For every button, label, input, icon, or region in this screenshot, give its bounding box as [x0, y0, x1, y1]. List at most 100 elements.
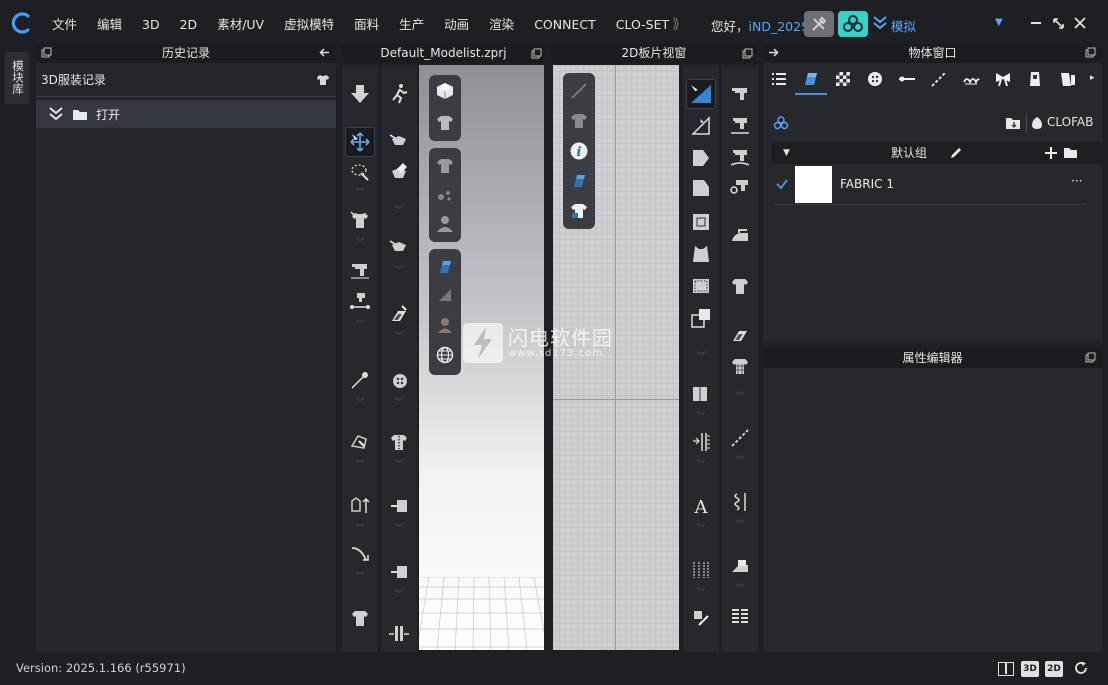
clofab-label[interactable]: CLOFAB: [1047, 115, 1093, 129]
select-move-tool[interactable]: [345, 127, 375, 157]
shirt-arrange-tool[interactable]: [725, 271, 755, 301]
tools-button[interactable]: [804, 11, 834, 37]
menu-animation[interactable]: 动画: [434, 14, 479, 36]
simulation-mode-icon[interactable]: [872, 15, 888, 31]
polygon-tool[interactable]: [686, 173, 716, 203]
tab-more[interactable]: [1053, 65, 1081, 93]
pin-tool[interactable]: [345, 365, 375, 395]
pattern-rotate-tool[interactable]: [686, 603, 716, 633]
fit-to-avatar-tool[interactable]: [345, 205, 375, 235]
view-2d-button[interactable]: 2D: [1045, 661, 1063, 677]
double-chevron-down-icon[interactable]: [48, 107, 64, 121]
menu-connect[interactable]: CONNECT: [524, 14, 606, 36]
clo-set-button[interactable]: [838, 11, 868, 37]
close-icon[interactable]: [1071, 14, 1089, 32]
refresh-icon[interactable]: [1074, 661, 1088, 675]
free-sewing-tool[interactable]: [725, 111, 755, 141]
texture-display-icon[interactable]: [435, 285, 455, 305]
fabric-display-icon[interactable]: [435, 257, 455, 277]
view2d-undock-icon[interactable]: [742, 48, 753, 59]
group-collapse-icon[interactable]: ▼: [783, 142, 790, 164]
object-window-undock-icon[interactable]: [1085, 47, 1096, 58]
edit-point-tool[interactable]: [686, 111, 716, 141]
mode-dropdown-icon[interactable]: ▼: [995, 17, 1003, 28]
clo-set-small-icon[interactable]: [773, 115, 789, 131]
tab-topstitch[interactable]: [925, 65, 953, 93]
curve-tool[interactable]: [345, 539, 375, 569]
expand-right-icon[interactable]: [768, 47, 779, 58]
avatar-texture-icon[interactable]: [435, 315, 455, 335]
tab-button[interactable]: [861, 65, 889, 93]
tab-graphic[interactable]: [1021, 65, 1049, 93]
internal-rect-tool[interactable]: [686, 207, 716, 237]
tab-trim[interactable]: [989, 65, 1017, 93]
property-editor-undock-icon[interactable]: [1085, 352, 1096, 363]
garment-display-icon[interactable]: [435, 113, 455, 133]
cube-view-icon[interactable]: [435, 81, 455, 101]
library-side-tab[interactable]: 模块库: [5, 52, 29, 104]
m-n-sewing-tool[interactable]: [725, 143, 755, 173]
layer-tool[interactable]: [725, 601, 755, 631]
shirt-2d-icon[interactable]: [569, 111, 589, 131]
tabs-scroll-right-icon[interactable]: ▸: [1090, 73, 1095, 83]
iron-tool[interactable]: [725, 221, 755, 251]
segment-sewing-tool[interactable]: [725, 79, 755, 109]
grade-tool[interactable]: [345, 491, 375, 521]
fabric-2d-icon[interactable]: [569, 171, 589, 191]
line-tool[interactable]: [725, 423, 755, 453]
avatar-pose-tool[interactable]: [384, 79, 414, 109]
texture-tool[interactable]: [384, 299, 414, 329]
tab-zipper[interactable]: [957, 65, 985, 93]
pattern-select-tool[interactable]: [686, 79, 716, 109]
pleat-tool[interactable]: [725, 551, 755, 581]
fabric-list-item[interactable]: FABRIC 1 ···: [775, 165, 1086, 205]
tab-fabric[interactable]: [795, 65, 827, 95]
add-icon[interactable]: [1044, 146, 1058, 160]
seam-measure-tool[interactable]: [345, 287, 375, 317]
fold-arrange-tool[interactable]: [686, 379, 716, 409]
group-folder-icon[interactable]: [1063, 146, 1078, 159]
check-sewing-tool[interactable]: [725, 173, 755, 203]
history-row[interactable]: 打开: [36, 100, 336, 128]
shrink-tool[interactable]: [384, 619, 414, 649]
texture-2d-tool[interactable]: [725, 319, 755, 349]
tab-buttonhole[interactable]: [893, 65, 921, 93]
split-view-icon[interactable]: [998, 662, 1014, 676]
username-link[interactable]: iND_2025: [749, 19, 810, 34]
fold-tool[interactable]: [384, 233, 414, 263]
menu-more-icon[interactable]: ⟫: [672, 16, 680, 32]
menu-material-uv[interactable]: 素材/UV: [207, 14, 274, 36]
minimize-icon[interactable]: [1027, 14, 1045, 32]
tab-texture[interactable]: [829, 65, 857, 93]
view3d-undock-icon[interactable]: [531, 48, 542, 59]
clo-logo-icon[interactable]: [8, 10, 34, 36]
tack-tool[interactable]: [384, 127, 414, 157]
menu-file[interactable]: 文件: [42, 14, 87, 36]
globe-icon[interactable]: [435, 345, 455, 365]
tape-edit-tool[interactable]: [384, 557, 414, 587]
collapse-left-icon[interactable]: [319, 47, 330, 58]
sewing-machine-tool[interactable]: [345, 255, 375, 285]
checkmark-icon[interactable]: [775, 177, 789, 191]
menu-avatar[interactable]: 虚拟模特: [274, 14, 344, 36]
seam-allowance-tool[interactable]: [686, 427, 716, 457]
dots-display-icon[interactable]: [435, 185, 455, 205]
import-folder-icon[interactable]: [1005, 115, 1021, 130]
default-group-row[interactable]: ▼ 默认组: [771, 142, 1102, 164]
zipper-edit-tool[interactable]: [384, 427, 414, 457]
checkered-shirt-tool[interactable]: [725, 351, 755, 381]
pattern-edit-tool[interactable]: [345, 427, 375, 457]
drop-tool[interactable]: [345, 79, 375, 109]
needle-display-icon[interactable]: [569, 81, 589, 101]
menu-fabric[interactable]: 面料: [344, 14, 389, 36]
dotted-select-tool[interactable]: [686, 271, 716, 301]
menu-3d[interactable]: 3D: [132, 14, 170, 36]
shirt-lock-icon[interactable]: [569, 201, 589, 221]
fabric-more-icon[interactable]: ···: [1071, 174, 1082, 188]
view-3d-button[interactable]: 3D: [1021, 661, 1039, 677]
tape-tool[interactable]: [384, 491, 414, 521]
garment-icon[interactable]: [316, 74, 330, 86]
zipper-tool[interactable]: [345, 603, 375, 633]
shirt-display-icon[interactable]: [435, 156, 455, 176]
avatar-display-icon[interactable]: [435, 214, 455, 234]
